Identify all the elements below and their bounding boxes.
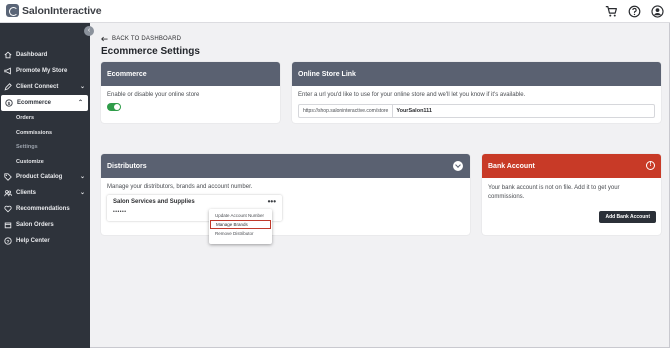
- people-icon: [4, 190, 12, 197]
- sidebar-item-label: Client Connect: [16, 84, 59, 90]
- store-url-field: https://shop.saloninteractive.com/store …: [298, 104, 655, 118]
- arrow-left-icon: [101, 36, 108, 42]
- sidebar-item-promote[interactable]: Promote My Store: [0, 63, 90, 79]
- card-title: Bank Account: [488, 162, 535, 170]
- card-title: Online Store Link: [292, 62, 661, 86]
- sidebar-collapse-button[interactable]: ‹: [84, 26, 94, 36]
- page-title: Ecommerce Settings: [101, 46, 200, 57]
- svg-text:$: $: [8, 101, 11, 107]
- chevron-up-icon: ⌃: [77, 100, 83, 106]
- card-body: Your bank account is not on file. Add it…: [482, 178, 661, 208]
- sidebar-item-label: Product Catalog: [16, 174, 63, 180]
- box-icon: [4, 222, 12, 229]
- sidebar-item-salon-orders[interactable]: Salon Orders: [0, 217, 90, 233]
- top-icons: [605, 5, 664, 18]
- sidebar-subitem-settings[interactable]: Settings: [0, 140, 90, 155]
- help-icon[interactable]: [628, 5, 641, 18]
- ecommerce-card: Ecommerce Enable or disable your online …: [101, 62, 280, 123]
- sidebar-item-label: Dashboard: [16, 52, 48, 58]
- card-description: Your bank account is not on file. Add it…: [488, 185, 620, 200]
- sidebar-item-help-center[interactable]: ? Help Center: [0, 233, 90, 249]
- bank-account-card: Bank Account ! Your bank account is not …: [482, 154, 661, 235]
- sidebar-subitem-commissions[interactable]: Commissions: [0, 126, 90, 141]
- alert-icon: !: [646, 161, 655, 170]
- card-body: Enter a url you'd like to use for your o…: [292, 86, 661, 123]
- card-description: Manage your distributors, brands and acc…: [107, 184, 253, 190]
- card-body: Enable or disable your online store: [101, 86, 280, 117]
- chevron-down-icon: ⌄: [79, 84, 85, 90]
- online-store-link-card: Online Store Link Enter a url you'd like…: [292, 62, 661, 123]
- sidebar-subitem-orders[interactable]: Orders: [0, 111, 90, 126]
- dollar-icon: $: [5, 99, 13, 107]
- brand-name: SalonInteractive: [22, 4, 102, 17]
- sidebar-item-label: Salon Orders: [16, 222, 54, 228]
- sidebar-item-label: Ecommerce: [17, 100, 52, 106]
- heart-icon: [4, 205, 12, 213]
- sidebar-item-dashboard[interactable]: Dashboard: [0, 47, 90, 63]
- store-enabled-toggle[interactable]: [107, 103, 121, 111]
- distributor-options-menu: Update Account Number Manage Brands Remo…: [209, 209, 272, 244]
- chevron-down-icon: ⌄: [79, 190, 85, 196]
- add-bank-account-wrapper: Add Bank Account: [599, 211, 656, 223]
- user-icon[interactable]: [651, 5, 664, 18]
- sidebar-item-product-catalog[interactable]: Product Catalog ⌄: [0, 169, 90, 185]
- sidebar-item-label: Promote My Store: [16, 68, 68, 74]
- distributor-name: Salon Services and Supplies: [113, 199, 195, 205]
- tag-icon: [4, 173, 12, 181]
- top-bar: SalonInteractive: [0, 0, 670, 23]
- home-icon: [4, 51, 12, 59]
- card-body: Manage your distributors, brands and acc…: [101, 178, 470, 227]
- brand[interactable]: SalonInteractive: [6, 4, 102, 17]
- store-url-input[interactable]: YourSalon111: [393, 105, 654, 117]
- sidebar-nav: Dashboard Promote My Store Client Connec…: [0, 47, 90, 249]
- chevron-down-icon: ⌄: [79, 174, 85, 180]
- sidebar-item-label: Recommendations: [16, 206, 70, 212]
- pen-icon: [4, 83, 12, 91]
- logo-icon: [6, 4, 19, 17]
- menu-item-update-account[interactable]: Update Account Number: [209, 211, 272, 220]
- collapse-toggle-icon[interactable]: [453, 161, 463, 171]
- sidebar-item-recommendations[interactable]: Recommendations: [0, 201, 90, 217]
- sidebar-item-client-connect[interactable]: Client Connect ⌄: [0, 79, 90, 95]
- card-title: Distributors: [107, 162, 147, 170]
- sidebar-item-label: Clients: [16, 190, 37, 196]
- url-prefix: https://shop.saloninteractive.com/store: [299, 105, 394, 117]
- question-icon: ?: [4, 237, 12, 245]
- megaphone-icon: [4, 67, 11, 75]
- card-header: Distributors: [101, 154, 470, 178]
- card-description: Enable or disable your online store: [107, 92, 200, 98]
- distributors-card: Distributors Manage your distributors, b…: [101, 154, 470, 235]
- menu-item-remove-distributor[interactable]: Remove Distributor: [209, 229, 272, 238]
- sidebar-item-label: Help Center: [16, 238, 50, 244]
- cart-icon[interactable]: [605, 5, 618, 18]
- sidebar: Dashboard Promote My Store Client Connec…: [0, 23, 90, 348]
- sidebar-subitem-customize[interactable]: Customize: [0, 155, 90, 170]
- add-bank-account-button[interactable]: Add Bank Account: [599, 211, 656, 223]
- card-header: Bank Account !: [482, 154, 661, 178]
- sidebar-item-clients[interactable]: Clients ⌄: [0, 185, 90, 201]
- card-title: Ecommerce: [101, 62, 280, 86]
- svg-text:?: ?: [7, 239, 10, 245]
- back-link-label: BACK TO DASHBOARD: [112, 36, 182, 42]
- card-description: Enter a url you'd like to use for your o…: [298, 92, 526, 98]
- sidebar-item-ecommerce[interactable]: $ Ecommerce ⌃: [1, 95, 88, 111]
- menu-item-manage-brands[interactable]: Manage Brands: [210, 220, 271, 229]
- back-to-dashboard-link[interactable]: BACK TO DASHBOARD: [101, 36, 181, 42]
- more-options-button[interactable]: •••: [268, 198, 276, 206]
